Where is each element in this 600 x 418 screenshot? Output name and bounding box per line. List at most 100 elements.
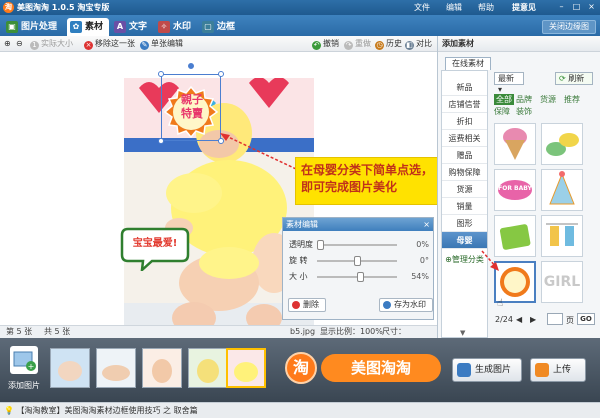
category-shipping[interactable]: 运费相关 [442,130,487,147]
sticker-thumb-parent-child-sale[interactable] [494,261,536,303]
redo-icon: ↷ [344,41,353,50]
image-icon: ▣ [6,21,18,33]
slider-knob[interactable] [317,240,324,250]
compare-button[interactable]: ◧ 对比 [405,39,432,50]
category-mother-baby[interactable]: 母婴 [442,232,487,249]
edit-icon: ✎ [140,41,149,50]
close-icon[interactable]: × [586,1,597,12]
category-guarantee[interactable]: 购物保障 [442,164,487,181]
sticker-thumb-socks[interactable] [541,215,583,257]
tab-watermark[interactable]: ✧ 水印 [155,18,197,36]
minimize-icon[interactable]: – [556,1,567,12]
sticker-thumb-party-hat[interactable] [541,169,583,211]
sticker-thumb-girl[interactable]: GIRL [541,261,583,303]
page-input[interactable] [547,313,563,325]
subtab-all[interactable]: 全部 [494,94,514,105]
resize-handle[interactable] [158,138,164,144]
tab-online-stickers[interactable]: 在线素材 [445,57,491,70]
subtab-brand[interactable]: 品牌 [516,94,532,105]
parent-child-sale-icon [500,267,530,297]
generate-image-button[interactable]: 生成图片 [452,358,522,382]
size-value: 54% [411,272,429,281]
baby-shoes-icon [546,133,579,156]
tab-image-processing[interactable]: ▣ 图片处理 [3,18,67,36]
tab-label: 图片处理 [21,22,58,32]
sticker-thumb-ice-cream[interactable] [494,123,536,165]
rotate-row: 旋 转 0° [289,256,429,266]
tab-text[interactable]: A 文字 [111,18,153,36]
redo-label: 重做 [355,39,371,48]
sort-dropdown[interactable]: 最新 ▾ [494,72,524,94]
close-icon[interactable]: × [423,218,430,231]
slider-knob[interactable] [356,272,364,282]
rotate-handle[interactable] [188,63,194,69]
photo-thumb[interactable] [142,348,182,388]
sticker-thumb-baby-shoes[interactable] [541,123,583,165]
brand-name: 美图淘淘 [321,354,441,382]
prev-page-icon[interactable]: ◀ [516,315,522,324]
refresh-button[interactable]: ⟳ 刷新 [555,72,593,85]
scroll-down-icon[interactable]: ▼ [460,329,465,337]
tab-stickers[interactable]: ✿ 素材 [67,18,109,36]
for-baby-text: FOR BABY [498,185,532,192]
save-as-watermark-button[interactable]: 存为水印 [379,298,433,312]
category-source[interactable]: 货源 [442,181,487,198]
app-title: 美图淘淘 1.0.5 淘宝专版 [17,3,110,12]
opacity-slider[interactable] [317,244,397,246]
category-shop-credit[interactable]: 店铺信誉 [442,96,487,113]
zoom-out-icon[interactable]: ⊖ [16,39,23,49]
category-gift[interactable]: 赠品 [442,147,487,164]
refresh-label: 刷新 [568,74,585,83]
title-bar: 淘 美图淘淘 1.0.5 淘宝专版 文件 编辑 帮助 提意见 – □ × [0,0,600,15]
single-edit-button[interactable]: ✎ 单张编辑 [140,39,183,50]
sticker-thumb-sale[interactable] [494,215,536,257]
photo-thumb-selected[interactable] [226,348,266,388]
footer-news[interactable]: 💡 【淘淘教室】美图淘淘素材边框使用技巧 之 取舍篇 [0,402,600,418]
menu-help[interactable]: 帮助 [478,2,494,13]
zoom-in-icon[interactable]: ⊕ [4,39,11,49]
category-sales[interactable]: 销量 [442,198,487,215]
tab-label: 文字 [129,22,148,32]
resize-handle[interactable] [158,71,164,77]
actual-size-button[interactable]: 1 实际大小 [30,39,73,50]
photo-thumb[interactable] [96,348,136,388]
subtab-decoration[interactable]: 装饰 [516,106,532,117]
undo-label: 撤销 [323,39,339,48]
menu-edit[interactable]: 编辑 [446,2,462,13]
upload-button[interactable]: 上传 [530,358,586,382]
sticker-thumb-for-baby[interactable]: FOR BABY [494,169,536,211]
category-shapes[interactable]: 图形 [442,215,487,232]
remove-this-button[interactable]: × 移除这一张 [84,39,135,50]
menu-feedback[interactable]: 提意见 [512,2,536,13]
undo-button[interactable]: ↶ 撤销 [312,39,339,50]
redo-button[interactable]: ↷ 重做 [344,39,371,50]
tab-label: 边框 [217,22,236,32]
frame-icon: ▢ [202,21,214,33]
close-thumbnails-button[interactable]: 关闭边缘图 [542,20,596,34]
add-picture-button[interactable]: + 添加图片 [6,344,42,394]
selection-box[interactable] [161,74,221,141]
file-name: b5.jpg [290,327,316,336]
total-images: 共 5 张 [44,327,71,336]
slider-knob[interactable] [354,256,361,266]
hint-arrow-icon [220,133,297,170]
hint-callout: 在母婴分类下简单点选，即可完成图片美化 [295,157,439,205]
maximize-icon[interactable]: □ [571,1,582,12]
category-discount[interactable]: 折扣 [442,113,487,130]
opacity-label: 透明度 [289,240,313,249]
menu-file[interactable]: 文件 [414,2,430,13]
photo-thumb[interactable] [50,348,90,388]
tab-frame[interactable]: ▢ 边框 [199,18,241,36]
subtab-guarantee[interactable]: 保障 [494,106,510,117]
remove-icon: × [84,41,93,50]
category-new[interactable]: 新品 [442,79,487,96]
go-page-button[interactable]: GO [577,313,595,325]
subtab-source[interactable]: 货源 [540,94,556,105]
sticker-edit-panel: 素材编辑 × 透明度 0% 旋 转 0° 大 小 54% 删除 存为水印 [282,217,434,320]
photo-thumb[interactable] [188,348,228,388]
next-page-icon[interactable]: ▶ [530,315,536,324]
subtab-recommend[interactable]: 推荐 [564,94,580,105]
resize-handle[interactable] [218,71,224,77]
delete-button[interactable]: 删除 [288,298,326,312]
history-button[interactable]: ◷ 历史 [375,39,402,50]
